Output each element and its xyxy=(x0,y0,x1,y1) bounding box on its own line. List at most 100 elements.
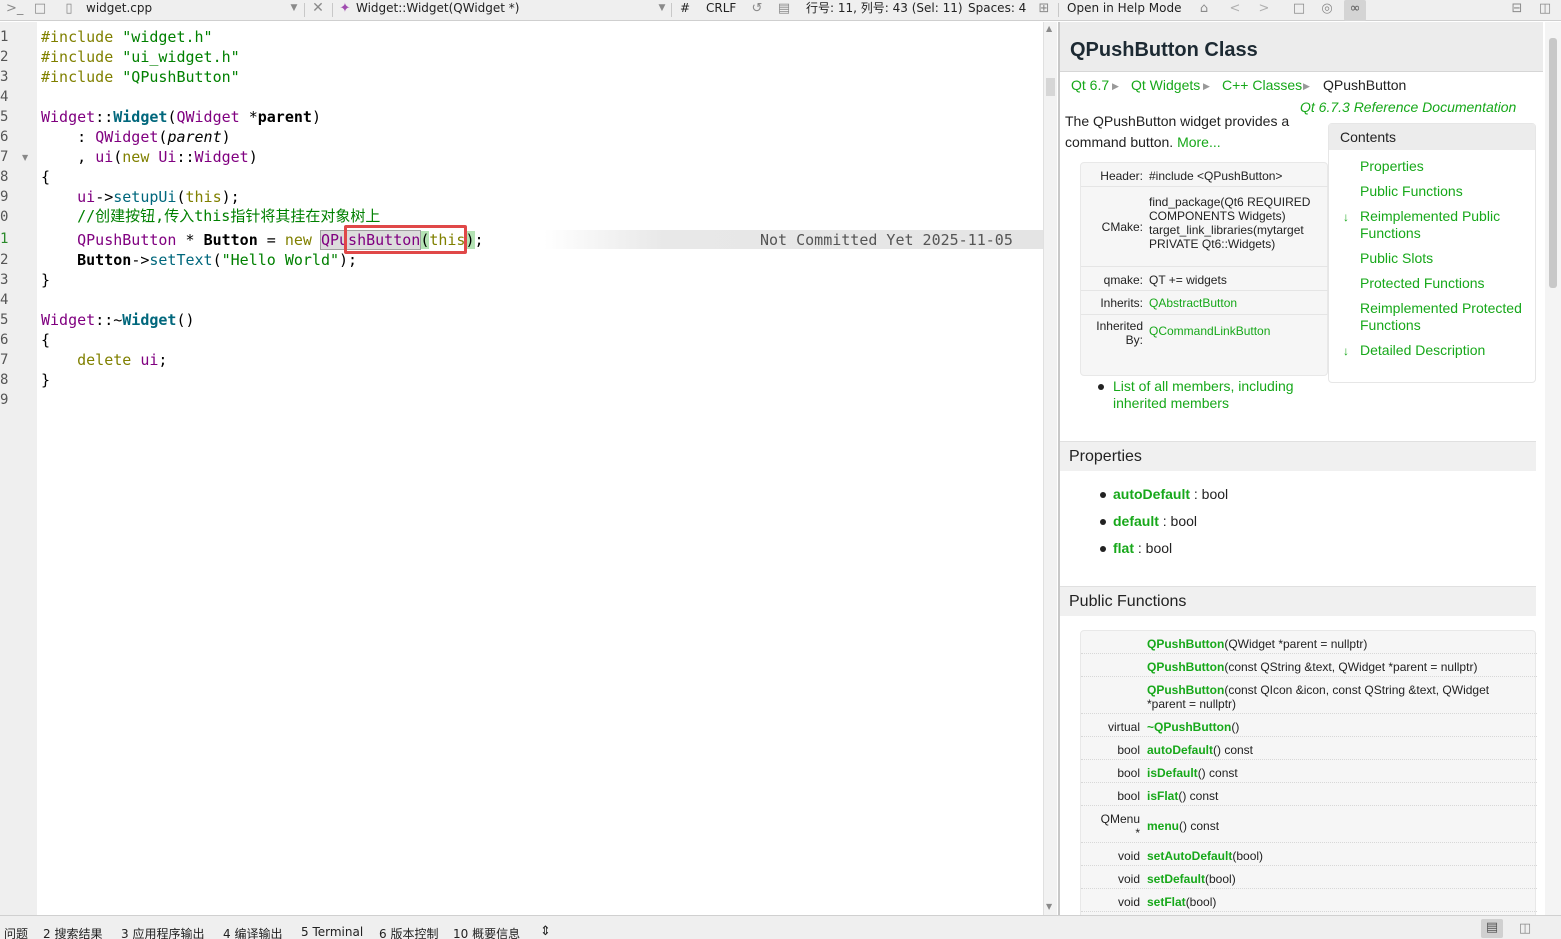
tab-version-control[interactable]: 6 版本控制 xyxy=(379,925,438,939)
encoding-icon[interactable]: ↺ xyxy=(750,0,764,21)
line-number: 4 xyxy=(0,292,9,308)
breadcrumb-current: QPushButton xyxy=(1323,77,1407,93)
line-number-current: 1 xyxy=(0,231,9,247)
code-line[interactable]: #include "ui_widget.h" xyxy=(41,47,240,67)
property-item: default : bool xyxy=(1113,513,1198,529)
forward-icon[interactable]: > xyxy=(1257,0,1271,21)
indent-setting[interactable]: Spaces: 4 xyxy=(968,0,1026,21)
document-icon[interactable]: ▤ xyxy=(777,0,791,21)
file-icon: ▯ xyxy=(65,1,73,16)
code-line[interactable]: ui->setupUi(this); xyxy=(41,187,240,207)
link-icon[interactable]: ∞ xyxy=(1344,0,1366,21)
meta-row: Header: #include <QPushButton> xyxy=(1081,163,1329,187)
list-members-link[interactable]: List of all members, including inherited… xyxy=(1113,378,1313,412)
line-number: 6 xyxy=(0,129,9,145)
help-viewer[interactable]: QPushButton Class Qt 6.7 ▶ Qt Widgets ▶ … xyxy=(1060,22,1543,915)
sidebar-toggle-icon[interactable]: ◫ xyxy=(1517,921,1533,937)
function-row: void setDefault(bool) xyxy=(1081,866,1537,889)
expand-icon[interactable]: ⊟ xyxy=(1510,0,1524,21)
file-dropdown-icon[interactable]: ▼ xyxy=(288,0,300,21)
tab-compile-output[interactable]: 4 编译输出 xyxy=(223,925,282,939)
code-line[interactable]: Widget::Widget(QWidget *parent) xyxy=(41,107,321,127)
help-mode-button[interactable]: Open in Help Mode xyxy=(1067,0,1182,21)
code-line[interactable]: } xyxy=(41,370,50,390)
git-blame-annotation: Not Committed Yet 2025-11-05 xyxy=(760,231,1013,249)
contents-properties-link[interactable]: Properties xyxy=(1360,158,1535,175)
function-row: bool isDefault() const xyxy=(1081,760,1537,783)
code-line[interactable]: #include "QPushButton" xyxy=(41,67,240,87)
tab-issues[interactable]: 问题 xyxy=(4,925,28,939)
line-number-gutter[interactable]: 1 2 3 4 5 6 7 ▼ 8 9 0 1 2 3 4 5 6 7 8 9 xyxy=(0,22,37,915)
code-line[interactable]: : QWidget(parent) xyxy=(41,127,231,147)
functions-table: QPushButton(QWidget *parent = nullptr) Q… xyxy=(1080,630,1537,915)
line-ending[interactable]: CRLF xyxy=(706,0,736,21)
contents-reimpl-protected-link[interactable]: Reimplemented Protected Functions xyxy=(1360,300,1535,334)
home-icon[interactable]: ⌂ xyxy=(1197,0,1211,21)
line-number: 5 xyxy=(0,312,9,328)
line-number: 3 xyxy=(0,272,9,288)
hash-button[interactable]: # xyxy=(680,0,690,21)
contents-detailed-link[interactable]: Detailed Description xyxy=(1360,342,1535,359)
line-number: 7 xyxy=(0,149,9,165)
breadcrumb-classes[interactable]: C++ Classes xyxy=(1222,77,1302,93)
reference-doc-label: Qt 6.7.3 Reference Documentation xyxy=(1300,99,1517,115)
function-row: QMenu * menu() const xyxy=(1081,806,1537,843)
line-number: 2 xyxy=(0,49,9,65)
lock-icon[interactable]: □ xyxy=(33,0,47,21)
function-icon: ✦ xyxy=(339,1,351,16)
close-icon[interactable]: ✕ xyxy=(311,0,325,21)
scroll-up-icon[interactable]: ▲ xyxy=(1046,24,1052,33)
breadcrumb-arrow-icon: ▶ xyxy=(1112,81,1119,91)
breadcrumb-widgets[interactable]: Qt Widgets xyxy=(1131,77,1200,93)
line-number: 5 xyxy=(0,109,9,125)
class-intro: The QPushButton widget provides a comman… xyxy=(1065,113,1290,150)
line-number: 6 xyxy=(0,332,9,348)
bullet xyxy=(1100,519,1106,525)
tab-search-results[interactable]: 2 搜索结果 xyxy=(43,925,102,939)
contents-title: Contents xyxy=(1329,124,1535,150)
tab-app-output[interactable]: 3 应用程序输出 xyxy=(121,925,204,939)
file-selector[interactable]: widget.cpp xyxy=(86,0,152,21)
contents-reimpl-public-link[interactable]: Reimplemented Public Functions xyxy=(1360,208,1535,242)
line-number: 7 xyxy=(0,352,9,368)
tab-terminal[interactable]: 5 Terminal xyxy=(301,925,363,939)
back-icon[interactable]: < xyxy=(1228,0,1242,21)
code-line[interactable]: { xyxy=(41,330,50,350)
contents-public-functions-link[interactable]: Public Functions xyxy=(1360,183,1535,200)
page-title: QPushButton Class xyxy=(1070,39,1258,61)
output-toggle-icon[interactable]: ▤ xyxy=(1481,919,1503,938)
contents-public-slots-link[interactable]: Public Slots xyxy=(1360,250,1535,267)
code-line[interactable]: //创建按钮,传入this指针将其挂在对象树上 xyxy=(41,206,380,226)
split-icon[interactable]: ⊞ xyxy=(1037,0,1051,21)
help-scroll-thumb[interactable] xyxy=(1549,38,1557,288)
more-link[interactable]: More... xyxy=(1177,134,1221,150)
contents-box: Contents Properties Public Functions ↓ R… xyxy=(1328,123,1536,383)
breadcrumb-qt[interactable]: Qt 6.7 xyxy=(1071,77,1109,93)
cursor-position[interactable]: 行号: 11, 列号: 43 (Sel: 11) xyxy=(806,0,963,21)
code-line[interactable]: #include "widget.h" xyxy=(41,27,213,47)
properties-heading: Properties xyxy=(1060,441,1536,471)
function-row: void setAutoDefault(bool) xyxy=(1081,843,1537,866)
up-down-arrow-icon[interactable]: ⇕ xyxy=(540,924,551,939)
code-line[interactable]: delete ui; xyxy=(41,350,167,370)
fold-arrow-icon[interactable]: ▼ xyxy=(22,153,28,162)
function-dropdown-icon[interactable]: ▼ xyxy=(656,0,668,21)
scroll-thumb[interactable] xyxy=(1046,78,1055,96)
editor-scrollbar[interactable]: ▲ ▼ xyxy=(1043,22,1057,915)
terminal-icon[interactable]: >_ xyxy=(6,0,23,21)
code-line[interactable]: , ui(new Ui::Widget) xyxy=(41,147,258,167)
selection-highlight-box xyxy=(344,225,467,254)
inherited-by-link[interactable]: QCommandLinkButton xyxy=(1149,324,1325,338)
split-pane-icon[interactable]: ◫ xyxy=(1538,0,1552,21)
code-line[interactable]: Widget::~Widget() xyxy=(41,310,195,330)
globe-icon[interactable]: ◎ xyxy=(1320,0,1334,21)
inherits-link[interactable]: QAbstractButton xyxy=(1149,296,1325,310)
bookmark-icon[interactable]: □ xyxy=(1292,0,1306,21)
code-line[interactable]: { xyxy=(41,167,50,187)
tab-general-messages[interactable]: 10 概要信息 xyxy=(453,925,520,939)
function-selector[interactable]: Widget::Widget(QWidget *) xyxy=(356,0,519,21)
code-line[interactable]: } xyxy=(41,270,50,290)
contents-protected-link[interactable]: Protected Functions xyxy=(1360,275,1535,292)
scroll-down-icon[interactable]: ▼ xyxy=(1046,902,1052,911)
code-line[interactable]: Button->setText("Hello World"); xyxy=(41,250,357,270)
